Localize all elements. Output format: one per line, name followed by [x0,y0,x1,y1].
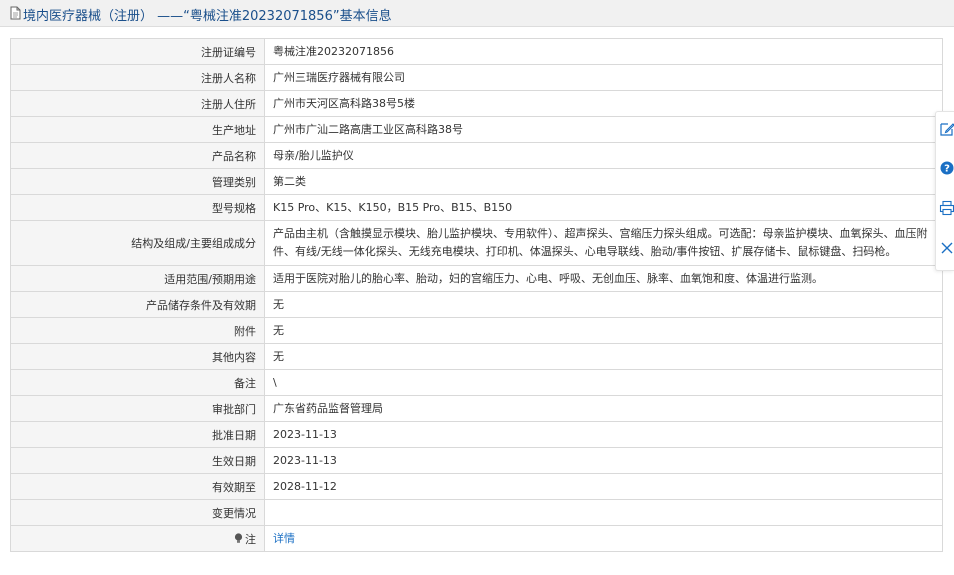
table-row: 附件 无 [10,317,943,344]
page-title: 境内医疗器械（注册） ——“粤械注准20232071856”基本信息 [23,9,392,24]
field-label: 备注 [10,369,265,396]
table-row: 注册证编号 粤械注准20232071856 [10,38,943,65]
field-label: 审批部门 [10,395,265,422]
table-row: 型号规格 K15 Pro、K15、K150，B15 Pro、B15、B150 [10,194,943,221]
field-value: K15 Pro、K15、K150，B15 Pro、B15、B150 [264,194,943,221]
field-value: 产品由主机（含触摸显示模块、胎儿监护模块、专用软件）、超声探头、宫缩压力探头组成… [264,220,943,266]
field-label: 适用范围/预期用途 [10,265,265,292]
table-row: 变更情况 [10,499,943,526]
field-label: 其他内容 [10,343,265,370]
svg-text:?: ? [944,164,950,175]
basic-info-table: 注册证编号 粤械注准20232071856 注册人名称 广州三瑞医疗器械有限公司… [10,38,943,552]
edit-icon[interactable] [939,121,954,137]
field-value: 2023-11-13 [264,421,943,448]
field-value: 适用于医院对胎儿的胎心率、胎动，妇的宫缩压力、心电、呼吸、无创血压、脉率、血氧饱… [264,265,943,292]
field-label: 管理类别 [10,168,265,195]
field-label: 有效期至 [10,473,265,500]
table-row: 适用范围/预期用途 适用于医院对胎儿的胎心率、胎动，妇的宫缩压力、心电、呼吸、无… [10,265,943,292]
side-toolbar: ? [935,111,954,271]
field-label: 批准日期 [10,421,265,448]
field-value: 无 [264,317,943,344]
field-value: 广东省药品监督管理局 [264,395,943,422]
note-row: 注 详情 [10,525,943,552]
field-label: 生效日期 [10,447,265,474]
table-row: 注册人名称 广州三瑞医疗器械有限公司 [10,64,943,91]
note-label: 注 [245,532,256,546]
table-row: 其他内容 无 [10,343,943,370]
table-row: 备注 \ [10,369,943,396]
table-row: 管理类别 第二类 [10,168,943,195]
document-icon [10,6,21,20]
field-label: 附件 [10,317,265,344]
title-bar: 境内医疗器械（注册） ——“粤械注准20232071856”基本信息 [0,0,954,27]
table-row: 审批部门 广东省药品监督管理局 [10,395,943,422]
field-value: 粤械注准20232071856 [264,38,943,65]
table-row: 注册人住所 广州市天河区高科路38号5楼 [10,90,943,117]
print-icon[interactable] [939,200,954,216]
close-icon[interactable] [939,240,954,256]
field-value: 广州市天河区高科路38号5楼 [264,90,943,117]
field-value: 2028-11-12 [264,473,943,500]
table-row: 结构及组成/主要组成成分 产品由主机（含触摸显示模块、胎儿监护模块、专用软件）、… [10,220,943,266]
field-value: 母亲/胎儿监护仪 [264,142,943,169]
note-value: 详情 [264,525,943,552]
table-row: 有效期至 2028-11-12 [10,473,943,500]
field-value: 广州市广汕二路高唐工业区高科路38号 [264,116,943,143]
field-label: 生产地址 [10,116,265,143]
field-label: 结构及组成/主要组成成分 [10,220,265,266]
field-label: 产品储存条件及有效期 [10,291,265,318]
table-row: 生产地址 广州市广汕二路高唐工业区高科路38号 [10,116,943,143]
details-link[interactable]: 详情 [273,532,295,545]
field-label: 注册人住所 [10,90,265,117]
field-value: 无 [264,291,943,318]
field-label: 注册人名称 [10,64,265,91]
field-value: \ [264,369,943,396]
field-label: 注册证编号 [10,38,265,65]
field-value [264,499,943,526]
table-row: 批准日期 2023-11-13 [10,421,943,448]
field-value: 第二类 [264,168,943,195]
note-label-cell: 注 [10,525,265,552]
field-label: 变更情况 [10,499,265,526]
table-row: 生效日期 2023-11-13 [10,447,943,474]
field-value: 2023-11-13 [264,447,943,474]
field-value: 无 [264,343,943,370]
field-label: 型号规格 [10,194,265,221]
lightbulb-icon [234,532,243,543]
table-row: 产品名称 母亲/胎儿监护仪 [10,142,943,169]
field-value: 广州三瑞医疗器械有限公司 [264,64,943,91]
help-icon[interactable]: ? [939,160,954,176]
field-label: 产品名称 [10,142,265,169]
table-row: 产品储存条件及有效期 无 [10,291,943,318]
